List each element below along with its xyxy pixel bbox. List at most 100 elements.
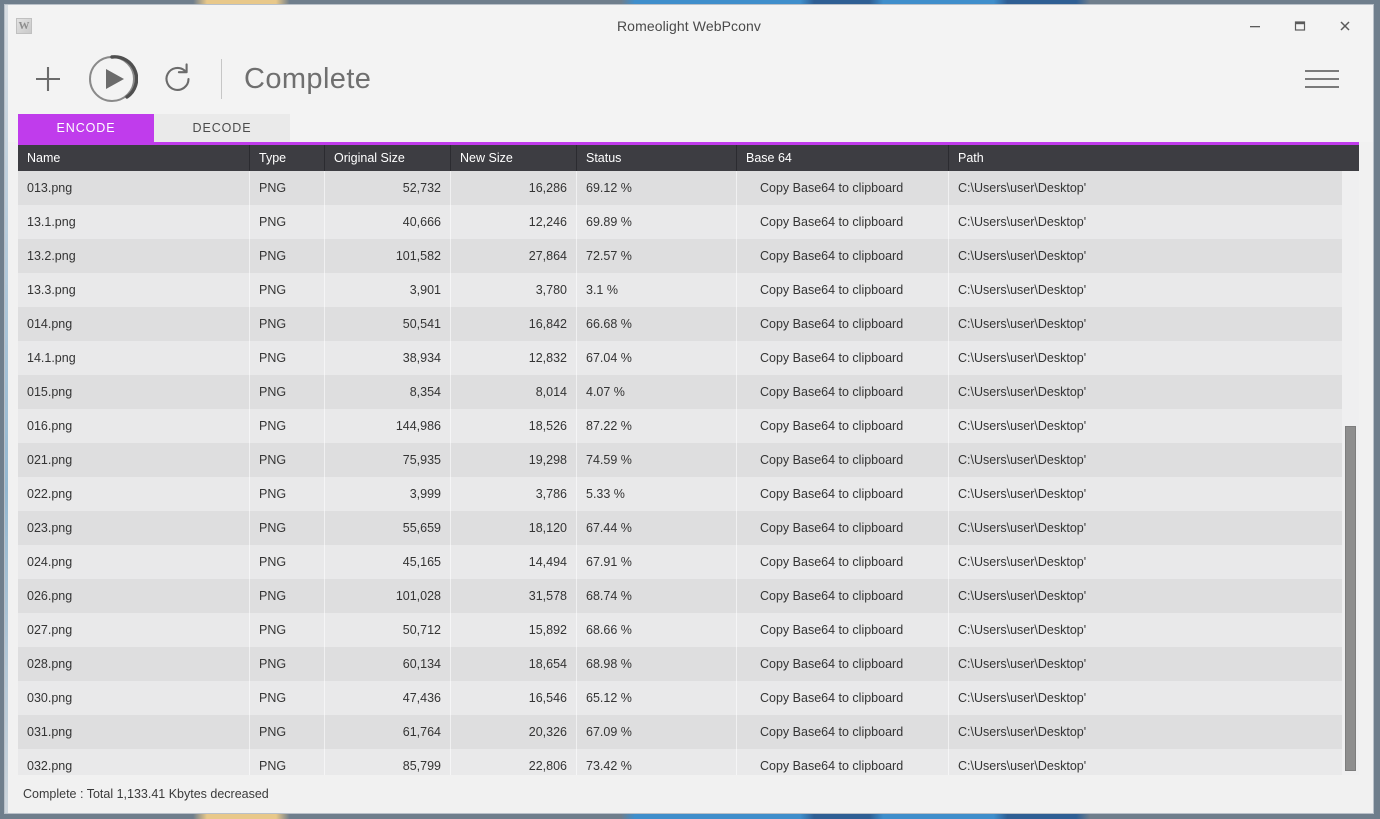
cell-base64-action[interactable]: Copy Base64 to clipboard [737, 409, 949, 443]
cell-base64-action[interactable]: Copy Base64 to clipboard [737, 579, 949, 613]
cell-path: C:\Users\user\Desktop' [958, 759, 1087, 773]
table-row[interactable]: 014.png PNG 50,541 16,842 66.68 % Copy Base64… [18, 307, 1359, 341]
cell-type: PNG [250, 171, 325, 205]
cell-original-size: 61,764 [325, 715, 451, 749]
cell-base64-action[interactable]: Copy Base64 to clipboard [737, 647, 949, 681]
table-row[interactable]: 023.png PNG 55,659 18,120 67.44 % Copy Base64… [18, 511, 1359, 545]
cell-path: C:\Users\user\Desktop' [958, 657, 1087, 671]
column-header-path[interactable]: Path [949, 145, 1328, 171]
column-header-name[interactable]: Name [18, 145, 250, 171]
cell-base64-action[interactable]: Copy Base64 to clipboard [737, 273, 949, 307]
cell-path: C:\Users\user\Desktop' [958, 691, 1087, 705]
cell-original-size: 3,901 [325, 273, 451, 307]
cell-original-size: 40,666 [325, 205, 451, 239]
cell-base64-action[interactable]: Copy Base64 to clipboard [737, 545, 949, 579]
cell-base64-action[interactable]: Copy Base64 to clipboard [737, 749, 949, 775]
status-bar: Complete : Total 1,133.41 Kbytes decreas… [5, 775, 1373, 813]
cell-type: PNG [250, 375, 325, 409]
cell-base64-action[interactable]: Copy Base64 to clipboard [737, 511, 949, 545]
cell-name: 027.png [18, 613, 250, 647]
cell-base64-action[interactable]: Copy Base64 to clipboard [737, 307, 949, 341]
cell-status: 5.33 % [577, 477, 737, 511]
table-row[interactable]: 14.1.png PNG 38,934 12,832 67.04 % Copy Base6… [18, 341, 1359, 375]
table-row[interactable]: 13.3.png PNG 3,901 3,780 3.1 % Copy Base64 to… [18, 273, 1359, 307]
table-header-row: Name Type Original Size New Size Status … [18, 145, 1359, 171]
minimize-button[interactable] [1232, 11, 1277, 41]
copy-base64-link[interactable]: Copy Base64 to clipboard [746, 419, 903, 433]
copy-base64-link[interactable]: Copy Base64 to clipboard [746, 487, 903, 501]
copy-base64-link[interactable]: Copy Base64 to clipboard [746, 317, 903, 331]
copy-base64-link[interactable]: Copy Base64 to clipboard [746, 725, 903, 739]
column-header-type[interactable]: Type [250, 145, 325, 171]
cell-base64-action[interactable]: Copy Base64 to clipboard [737, 341, 949, 375]
add-files-button[interactable] [27, 58, 69, 100]
copy-base64-link[interactable]: Copy Base64 to clipboard [746, 521, 903, 535]
cell-new-size: 22,806 [451, 749, 577, 775]
hamburger-icon-line-1 [1305, 70, 1339, 72]
copy-base64-link[interactable]: Copy Base64 to clipboard [746, 249, 903, 263]
copy-base64-link[interactable]: Copy Base64 to clipboard [746, 453, 903, 467]
table-row[interactable]: 13.2.png PNG 101,582 27,864 72.57 % Copy Base… [18, 239, 1359, 273]
refresh-button[interactable] [157, 58, 199, 100]
cell-name: 030.png [18, 681, 250, 715]
title-bar[interactable]: W Romeolight WebPconv [5, 5, 1373, 46]
cell-new-size: 12,832 [451, 341, 577, 375]
copy-base64-link[interactable]: Copy Base64 to clipboard [746, 555, 903, 569]
menu-button[interactable] [1305, 64, 1339, 94]
vertical-scrollbar[interactable] [1342, 171, 1359, 775]
copy-base64-link[interactable]: Copy Base64 to clipboard [746, 589, 903, 603]
table-row[interactable]: 031.png PNG 61,764 20,326 67.09 % Copy Base64… [18, 715, 1359, 749]
column-header-status[interactable]: Status [577, 145, 737, 171]
cell-base64-action[interactable]: Copy Base64 to clipboard [737, 375, 949, 409]
table-row[interactable]: 024.png PNG 45,165 14,494 67.91 % Copy Base64… [18, 545, 1359, 579]
cell-new-size: 18,120 [451, 511, 577, 545]
cell-path: C:\Users\user\Desktop' [958, 555, 1087, 569]
cell-base64-action[interactable]: Copy Base64 to clipboard [737, 715, 949, 749]
cell-base64-action[interactable]: Copy Base64 to clipboard [737, 205, 949, 239]
table-row[interactable]: 13.1.png PNG 40,666 12,246 69.89 % Copy Base6… [18, 205, 1359, 239]
cell-status: 72.57 % [577, 239, 737, 273]
copy-base64-link[interactable]: Copy Base64 to clipboard [746, 181, 903, 195]
cell-base64-action[interactable]: Copy Base64 to clipboard [737, 477, 949, 511]
table-row[interactable]: 016.png PNG 144,986 18,526 87.22 % Copy Base6… [18, 409, 1359, 443]
column-header-new-size[interactable]: New Size [451, 145, 577, 171]
cell-base64-action[interactable]: Copy Base64 to clipboard [737, 239, 949, 273]
copy-base64-link[interactable]: Copy Base64 to clipboard [746, 283, 903, 297]
copy-base64-link[interactable]: Copy Base64 to clipboard [746, 623, 903, 637]
cell-path: C:\Users\user\Desktop' [958, 589, 1087, 603]
copy-base64-link[interactable]: Copy Base64 to clipboard [746, 351, 903, 365]
column-header-base64[interactable]: Base 64 [737, 145, 949, 171]
cell-name: 021.png [18, 443, 250, 477]
close-button[interactable] [1322, 11, 1367, 41]
copy-base64-link[interactable]: Copy Base64 to clipboard [746, 691, 903, 705]
cell-original-size: 144,986 [325, 409, 451, 443]
table-row[interactable]: 030.png PNG 47,436 16,546 65.12 % Copy Base64… [18, 681, 1359, 715]
copy-base64-link[interactable]: Copy Base64 to clipboard [746, 657, 903, 671]
copy-base64-link[interactable]: Copy Base64 to clipboard [746, 759, 903, 773]
column-header-original-size[interactable]: Original Size [325, 145, 451, 171]
cell-base64-action[interactable]: Copy Base64 to clipboard [737, 681, 949, 715]
cell-type: PNG [250, 511, 325, 545]
cell-original-size: 101,028 [325, 579, 451, 613]
start-conversion-button[interactable] [85, 52, 139, 106]
cell-base64-action[interactable]: Copy Base64 to clipboard [737, 171, 949, 205]
table-row[interactable]: 028.png PNG 60,134 18,654 68.98 % Copy Base64… [18, 647, 1359, 681]
table-row[interactable]: 013.png PNG 52,732 16,286 69.12 % Copy Base64… [18, 171, 1359, 205]
cell-path: C:\Users\user\Desktop' [958, 725, 1087, 739]
table-row[interactable]: 026.png PNG 101,028 31,578 68.74 % Copy Base6… [18, 579, 1359, 613]
table-row[interactable]: 022.png PNG 3,999 3,786 5.33 % Copy Base64 to… [18, 477, 1359, 511]
table-row[interactable]: 027.png PNG 50,712 15,892 68.66 % Copy Base64… [18, 613, 1359, 647]
cell-base64-action[interactable]: Copy Base64 to clipboard [737, 443, 949, 477]
cell-base64-action[interactable]: Copy Base64 to clipboard [737, 613, 949, 647]
table-row[interactable]: 021.png PNG 75,935 19,298 74.59 % Copy Base64… [18, 443, 1359, 477]
toolbar-divider [221, 59, 222, 99]
copy-base64-link[interactable]: Copy Base64 to clipboard [746, 385, 903, 399]
table-row[interactable]: 032.png PNG 85,799 22,806 73.42 % Copy Base64… [18, 749, 1359, 775]
copy-base64-link[interactable]: Copy Base64 to clipboard [746, 215, 903, 229]
table-row[interactable]: 015.png PNG 8,354 8,014 4.07 % Copy Base64 to… [18, 375, 1359, 409]
scrollbar-thumb[interactable] [1345, 426, 1356, 771]
maximize-button[interactable] [1277, 11, 1322, 41]
tab-decode[interactable]: DECODE [154, 114, 290, 142]
tab-encode[interactable]: ENCODE [18, 114, 154, 142]
cell-original-size: 38,934 [325, 341, 451, 375]
